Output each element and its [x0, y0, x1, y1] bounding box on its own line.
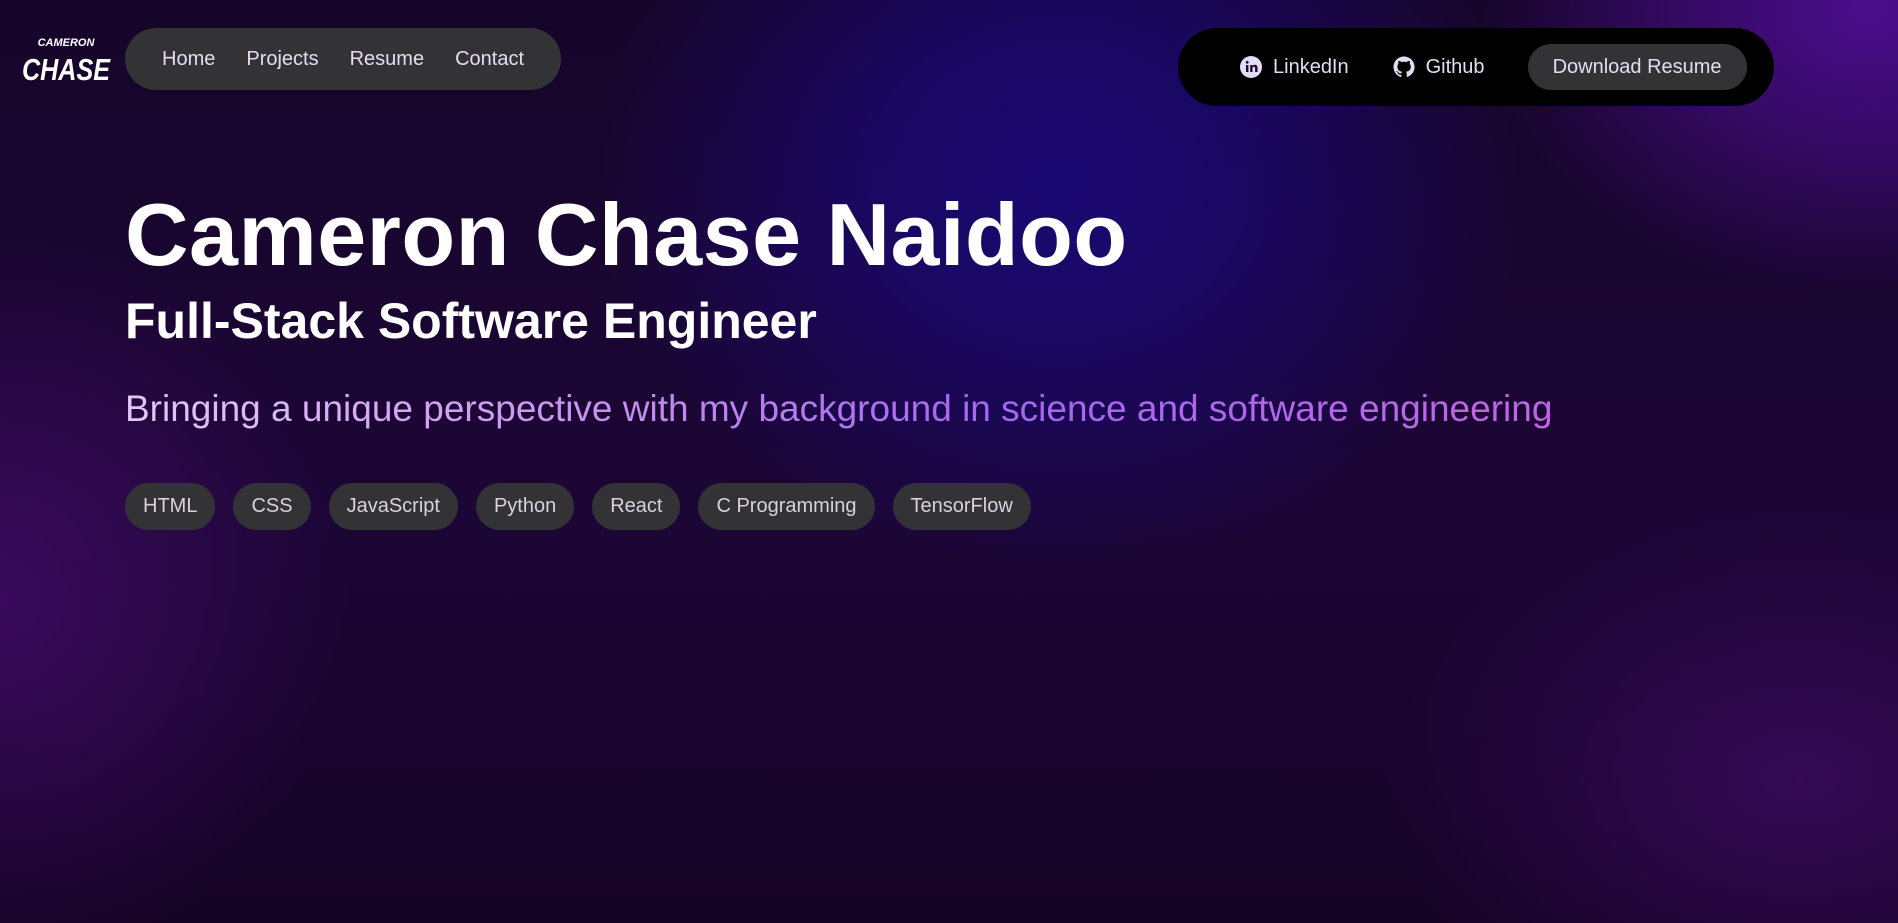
logo[interactable]: CAMERON CHASE	[20, 34, 112, 86]
skill-chip-css: CSS	[233, 483, 311, 530]
skill-chip-python: Python	[475, 483, 575, 530]
skill-chip-tensorflow: TensorFlow	[892, 483, 1031, 530]
hero-section: Cameron Chase Naidoo Full-Stack Software…	[125, 180, 1625, 432]
linkedin-label: LinkedIn	[1273, 55, 1349, 78]
skills-list: HTML CSS JavaScript Python React C Progr…	[125, 483, 1031, 530]
logo-top-text: CAMERON	[38, 37, 96, 49]
nav-home-link[interactable]: Home	[162, 48, 215, 71]
linkedin-icon	[1239, 55, 1263, 79]
linkedin-link[interactable]: LinkedIn	[1239, 55, 1349, 79]
hero-role: Full-Stack Software Engineer	[125, 293, 817, 349]
skill-chip-javascript: JavaScript	[328, 483, 458, 530]
nav-resume-link[interactable]: Resume	[350, 48, 424, 71]
hero-name: Cameron Chase Naidoo	[125, 185, 1128, 284]
hero-tagline: Bringing a unique perspective with my ba…	[125, 386, 1552, 432]
download-resume-button[interactable]: Download Resume	[1527, 44, 1747, 90]
github-icon	[1392, 55, 1416, 79]
skill-chip-c-programming: C Programming	[698, 483, 875, 530]
skill-chip-react: React	[592, 483, 681, 530]
nav-projects-link[interactable]: Projects	[246, 48, 318, 71]
skill-chip-html: HTML	[125, 483, 216, 530]
logo-main-text: CHASE	[22, 52, 111, 86]
github-label: Github	[1425, 55, 1485, 78]
github-link[interactable]: Github	[1392, 55, 1485, 79]
logo-mark: CAMERON CHASE	[22, 37, 111, 86]
action-bar: LinkedIn Github Download Resume	[1178, 28, 1774, 106]
nav-contact-link[interactable]: Contact	[455, 48, 524, 71]
main-nav: Home Projects Resume Contact	[125, 28, 562, 90]
